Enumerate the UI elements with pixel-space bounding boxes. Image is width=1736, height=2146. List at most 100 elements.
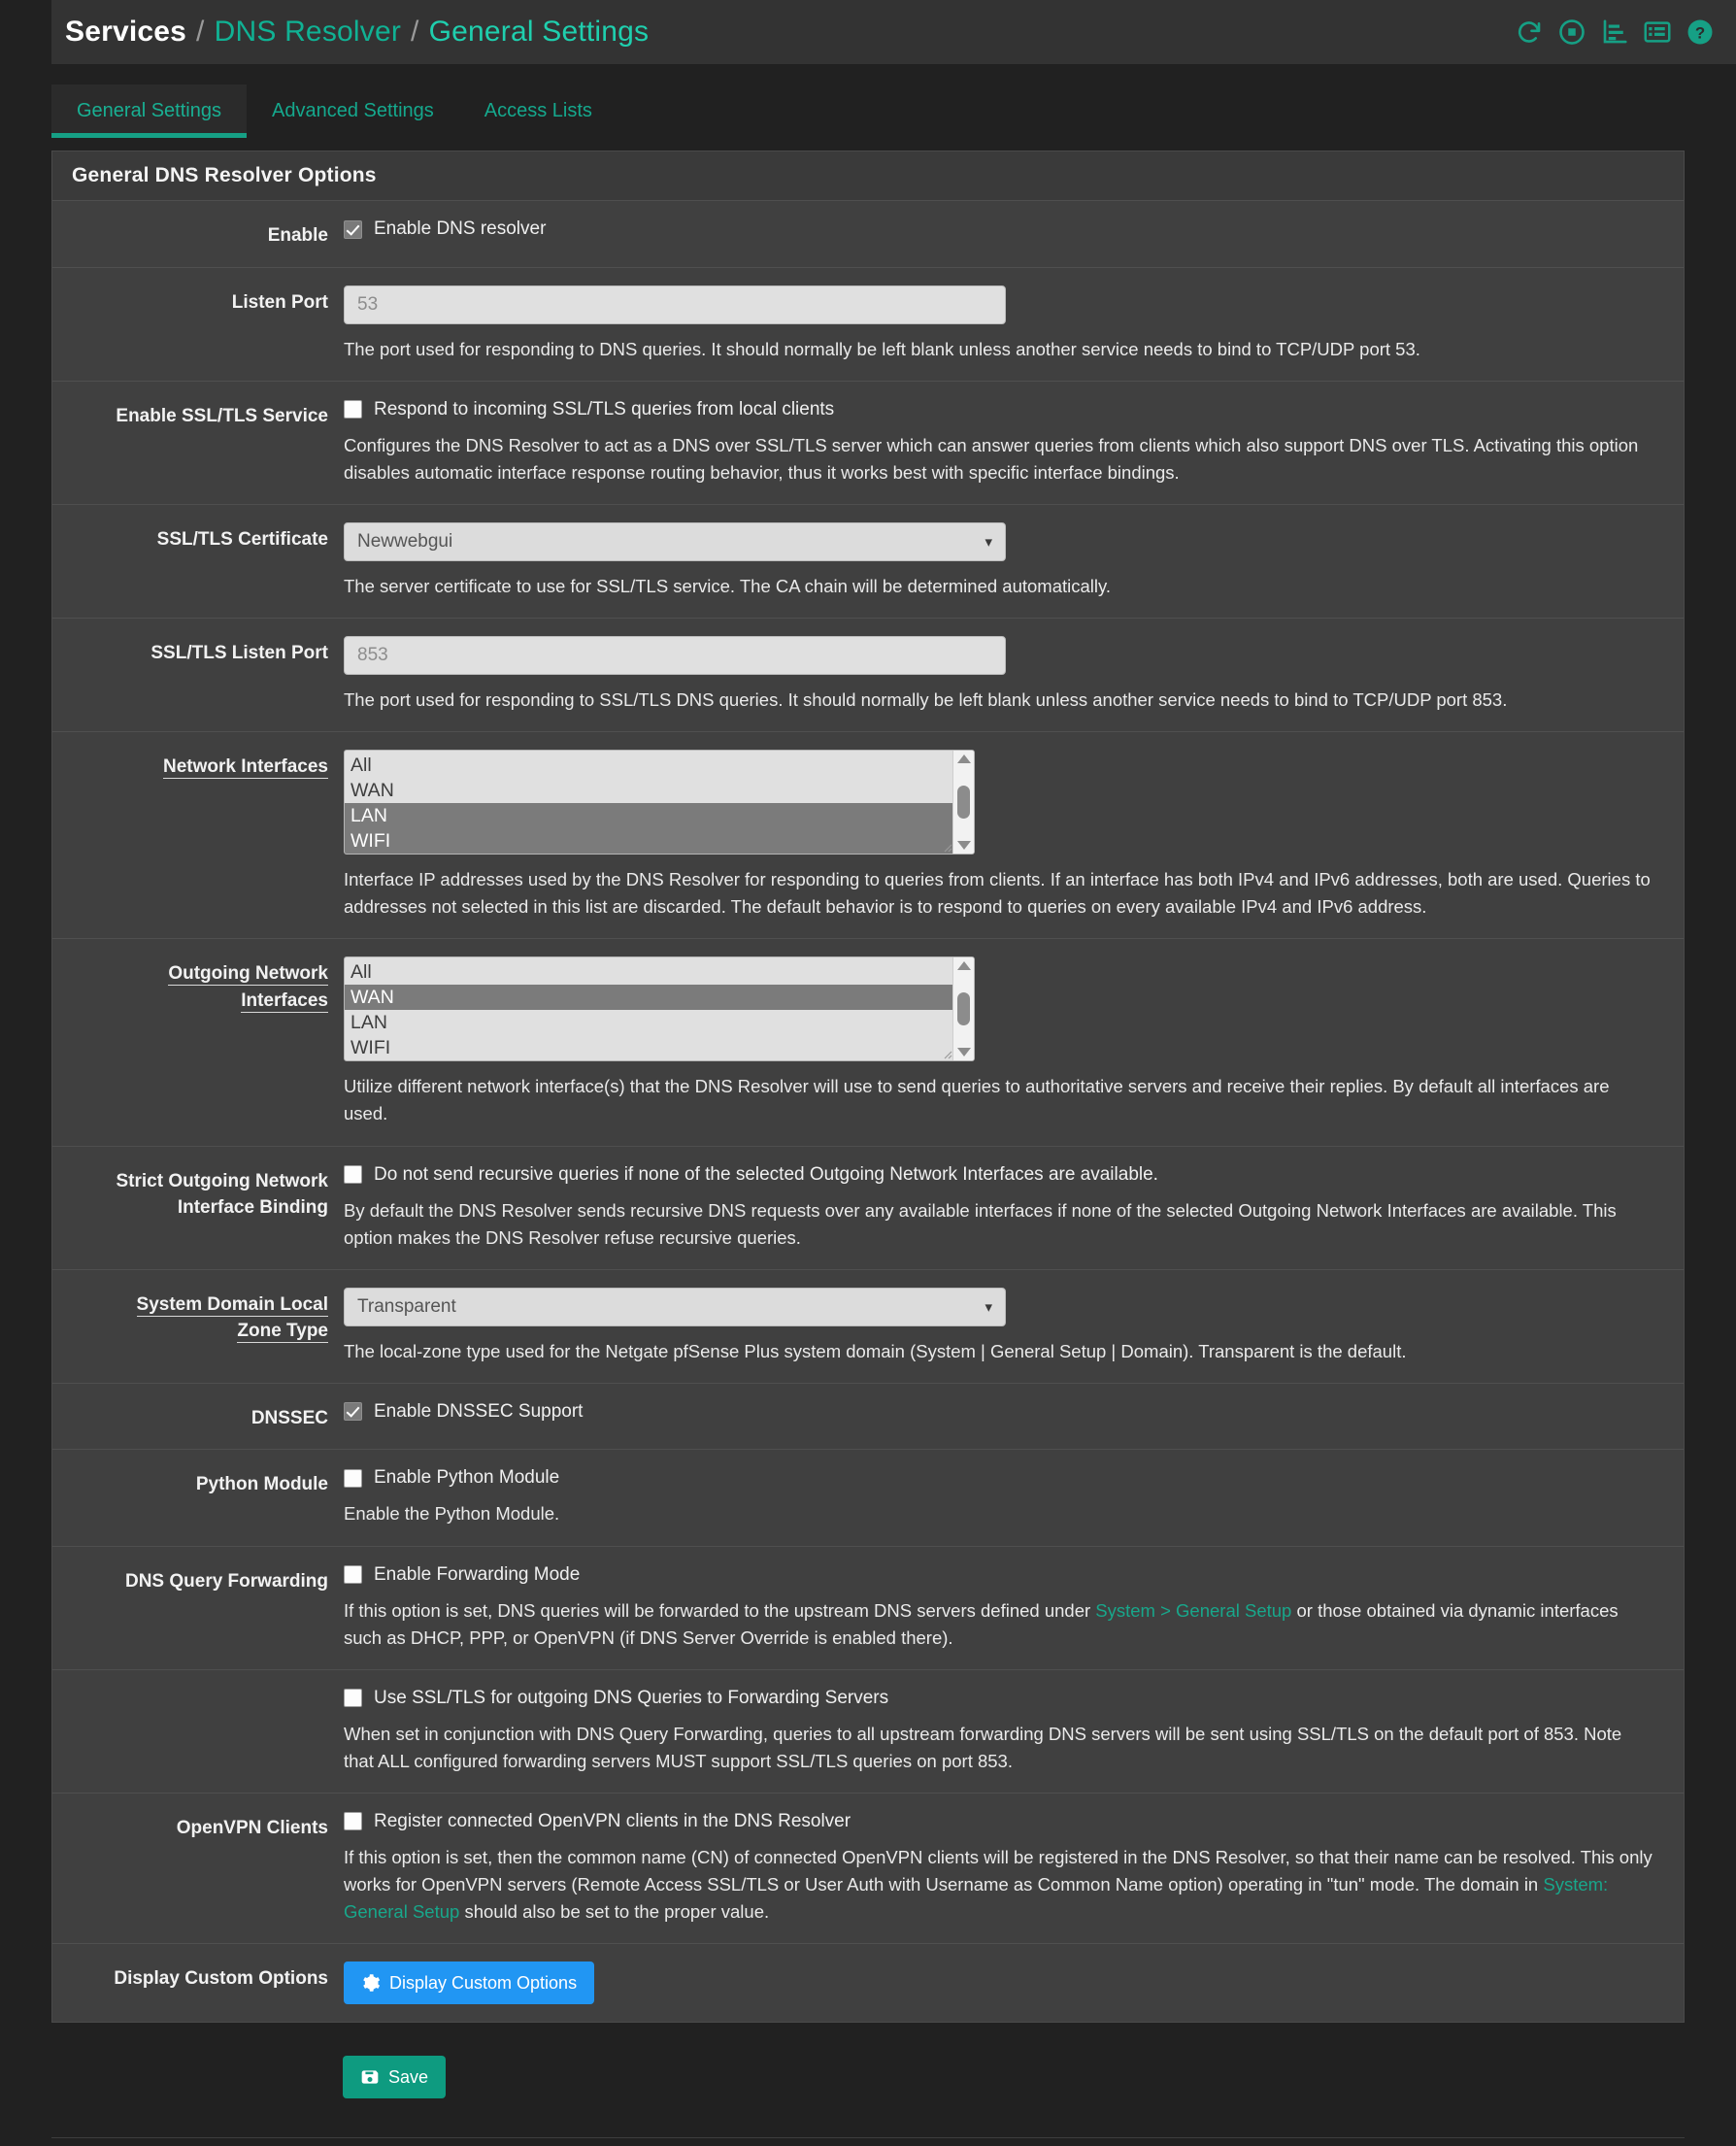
openvpn-clients-checkbox[interactable] — [344, 1812, 362, 1831]
dnssec-label: Enable DNSSEC Support — [374, 1400, 584, 1422]
display-custom-options-button-label: Display Custom Options — [389, 1973, 578, 1994]
label-enable: Enable — [267, 225, 328, 246]
listen-port-input[interactable]: 53 — [344, 285, 1006, 324]
label-display-custom-options: Display Custom Options — [114, 1968, 328, 1990]
chevron-down-icon: ▾ — [985, 1298, 992, 1316]
enable-forwarding-mode-label: Enable Forwarding Mode — [374, 1563, 581, 1585]
row-ssl-tls-listen-port: SSL/TLS Listen Port 853 The port used fo… — [52, 618, 1684, 733]
label-system-domain-local-zone-type: System Domain Local Zone Type — [136, 1293, 328, 1344]
row-display-custom-options: Display Custom Options Display Custom Op… — [52, 1944, 1684, 2023]
ssl-tls-listen-port-input[interactable]: 853 — [344, 635, 1006, 675]
row-network-interfaces: Network Interfaces All WAN LAN WIFI TPLI… — [52, 732, 1684, 940]
svg-text:?: ? — [1695, 24, 1705, 43]
status-chart-icon[interactable] — [1600, 17, 1629, 47]
label-enable-ssl-tls-service: Enable SSL/TLS Service — [116, 405, 328, 426]
scroll-up-icon[interactable] — [956, 754, 971, 764]
enable-dns-resolver-label: Enable DNS resolver — [374, 218, 547, 239]
scroll-down-icon[interactable] — [956, 1048, 971, 1057]
openvpn-clients-label: Register connected OpenVPN clients in th… — [374, 1810, 851, 1831]
enable-ssl-tls-help: Configures the DNS Resolver to act as a … — [344, 434, 1639, 483]
ssl-tls-certificate-select[interactable]: Newwebgui ▾ — [344, 521, 1006, 561]
enable-ssl-tls-checkbox[interactable] — [344, 400, 362, 419]
breadcrumb-page[interactable]: General Settings — [429, 16, 650, 49]
restart-service-icon[interactable] — [1515, 17, 1544, 47]
system-domain-local-zone-type-value: Transparent — [357, 1295, 456, 1317]
list-item[interactable]: LAN — [345, 803, 952, 829]
tab-general-settings[interactable]: General Settings — [51, 84, 247, 138]
help-icon[interactable]: ? — [1686, 17, 1715, 47]
stop-service-icon[interactable] — [1557, 17, 1586, 47]
help-text-part1: If this option is set, DNS queries will … — [344, 1599, 1096, 1621]
outgoing-network-interfaces-listbox[interactable]: All WAN LAN WIFI TPLINK — [344, 956, 975, 1062]
breadcrumb-root: Services — [65, 16, 187, 48]
python-module-checkbox[interactable] — [344, 1468, 362, 1488]
system-domain-local-zone-type-help: The local-zone type used for the Netgate… — [344, 1340, 1407, 1361]
network-interfaces-listbox[interactable]: All WAN LAN WIFI TPLINK — [344, 750, 975, 855]
python-module-help: Enable the Python Module. — [344, 1503, 560, 1525]
outgoing-network-interfaces-help: Utilize different network interface(s) t… — [344, 1076, 1610, 1124]
row-outgoing-network-interfaces: Outgoing Network Interfaces All WAN LAN … — [52, 939, 1684, 1147]
scrollbar-thumb[interactable] — [957, 786, 970, 820]
save-disk-icon — [361, 2070, 379, 2084]
row-openvpn-clients: OpenVPN Clients Register connected OpenV… — [52, 1793, 1684, 1945]
ssl-tls-certificate-help: The server certificate to use for SSL/TL… — [344, 575, 1112, 596]
breadcrumb-section[interactable]: DNS Resolver — [215, 16, 401, 49]
list-item[interactable]: All — [345, 959, 952, 985]
ssl-tls-listen-port-help: The port used for responding to SSL/TLS … — [344, 688, 1508, 710]
python-module-label: Enable Python Module — [374, 1467, 560, 1489]
scrollbar-thumb[interactable] — [957, 992, 970, 1026]
breadcrumb: Services / DNS Resolver / General Settin… — [65, 16, 649, 49]
system-general-setup-link[interactable]: System > General Setup — [1095, 1600, 1291, 1621]
label-ssl-tls-certificate: SSL/TLS Certificate — [156, 528, 328, 550]
header-action-icons: ? — [1515, 17, 1715, 47]
scroll-down-icon[interactable] — [956, 841, 971, 851]
scroll-up-icon[interactable] — [956, 961, 971, 971]
row-listen-port: Listen Port 53 The port used for respond… — [52, 267, 1684, 382]
save-left-spacer — [51, 2056, 343, 2098]
footer-divider — [51, 2137, 1685, 2139]
general-dns-resolver-options-panel: General DNS Resolver Options Enable Enab… — [51, 151, 1685, 2024]
list-item[interactable]: WIFI — [345, 828, 952, 855]
list-item[interactable]: All — [345, 753, 952, 778]
label-ssl-tls-listen-port: SSL/TLS Listen Port — [150, 642, 328, 663]
help-text-part1: If this option is set, then the common n… — [344, 1846, 1653, 1895]
dnssec-checkbox[interactable] — [344, 1402, 362, 1422]
enable-dns-resolver-checkbox[interactable] — [344, 219, 362, 239]
form-actions: Save — [51, 2023, 1685, 2137]
label-dnssec: DNSSEC — [250, 1407, 328, 1428]
save-button[interactable]: Save — [343, 2056, 447, 2099]
list-item[interactable]: LAN — [345, 1010, 952, 1035]
breadcrumb-separator-2: / — [411, 16, 419, 48]
list-item[interactable]: WAN — [345, 778, 952, 803]
tab-bar: General Settings Advanced Settings Acces… — [51, 64, 1736, 138]
display-custom-options-button[interactable]: Display Custom Options — [344, 1962, 595, 2005]
ssl-tls-certificate-value: Newwebgui — [357, 530, 453, 552]
strict-outgoing-help: By default the DNS Resolver sends recurs… — [344, 1199, 1617, 1248]
tab-advanced-settings[interactable]: Advanced Settings — [247, 84, 459, 138]
label-strict-outgoing-binding: Strict Outgoing Network Interface Bindin… — [116, 1170, 329, 1219]
label-forwarding-ssl-tls — [52, 1688, 344, 1775]
strict-outgoing-checkbox[interactable] — [344, 1165, 362, 1185]
breadcrumb-bar: Services / DNS Resolver / General Settin… — [51, 0, 1736, 64]
listbox-scrollbar[interactable] — [952, 957, 974, 1061]
breadcrumb-separator-1: / — [196, 16, 205, 48]
row-ssl-tls-certificate: SSL/TLS Certificate Newwebgui ▾ The serv… — [52, 504, 1684, 619]
row-enable-ssl-tls-service: Enable SSL/TLS Service Respond to incomi… — [52, 381, 1684, 505]
help-text-part2: should also be set to the proper value. — [459, 1901, 770, 1923]
listbox-scrollbar[interactable] — [952, 751, 974, 855]
tab-access-lists[interactable]: Access Lists — [459, 84, 618, 138]
enable-forwarding-mode-checkbox[interactable] — [344, 1565, 362, 1585]
network-interfaces-help: Interface IP addresses used by the DNS R… — [344, 869, 1651, 918]
label-listen-port: Listen Port — [231, 291, 328, 313]
forwarding-ssl-tls-checkbox[interactable] — [344, 1689, 362, 1708]
row-forwarding-ssl-tls: Use SSL/TLS for outgoing DNS Queries to … — [52, 1669, 1684, 1794]
system-domain-local-zone-type-select[interactable]: Transparent ▾ — [344, 1287, 1006, 1326]
openvpn-clients-help: If this option is set, then the common n… — [344, 1844, 1656, 1926]
label-dns-query-forwarding: DNS Query Forwarding — [124, 1570, 328, 1592]
row-dnssec: DNSSEC Enable DNSSEC Support — [52, 1383, 1684, 1451]
list-item[interactable]: WAN — [345, 985, 952, 1011]
log-table-icon[interactable] — [1643, 17, 1672, 47]
row-python-module: Python Module Enable Python Module Enabl… — [52, 1450, 1684, 1547]
forwarding-ssl-tls-help: When set in conjunction with DNS Query F… — [344, 1723, 1622, 1771]
list-item[interactable]: WIFI — [345, 1035, 952, 1060]
